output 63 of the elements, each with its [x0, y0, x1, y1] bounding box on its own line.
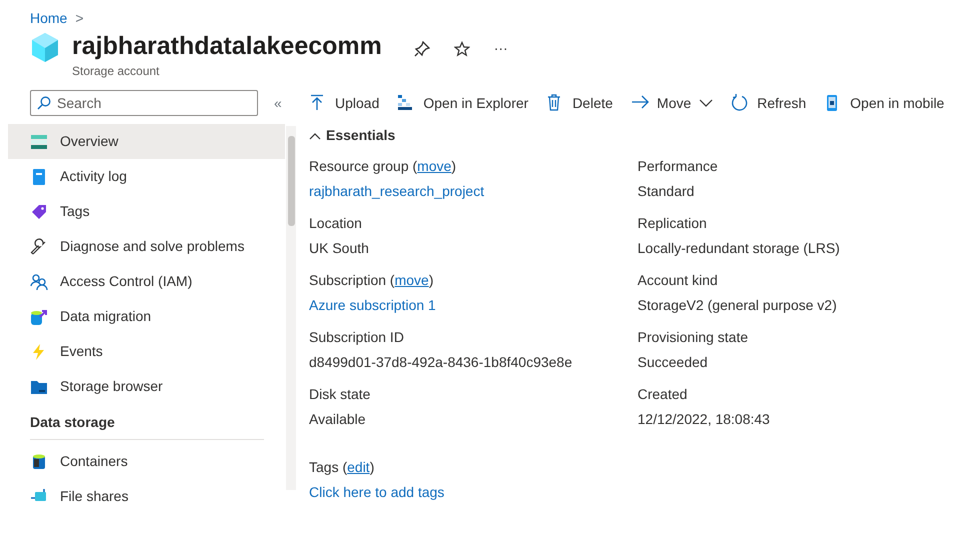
search-field[interactable]: Search — [30, 90, 258, 116]
field-value: d8499d01-37d8-492a-8436-1b8f40c93e8e — [309, 353, 574, 372]
field-value: StorageV2 (general purpose v2) — [638, 296, 838, 315]
search-icon — [37, 96, 51, 110]
sidebar-item[interactable]: Access Control (IAM) — [8, 264, 285, 299]
field-label: Performance — [638, 157, 719, 176]
toolbar-button[interactable]: Refresh — [731, 92, 806, 114]
page-title: rajbharathdatalakeecomm — [72, 31, 382, 62]
cube-icon — [30, 30, 60, 64]
section-heading: Data storage — [30, 412, 264, 440]
field-value-link[interactable]: Click here to add tags — [309, 482, 444, 503]
star-icon — [454, 40, 470, 56]
toolbar-button[interactable]: Open in Explorer — [397, 92, 528, 114]
sidebar-item[interactable]: Tags — [8, 194, 285, 229]
overview-icon — [30, 132, 48, 150]
field-value: Locally-redundant storage (LRS) — [638, 239, 841, 258]
field-value-link[interactable]: Azure subscription 1 — [309, 295, 436, 316]
sidebar-item[interactable]: Events — [8, 334, 285, 369]
field-label: Subscription ID — [309, 328, 405, 347]
more-button[interactable]: ··· — [494, 38, 508, 59]
field-value: Standard — [638, 182, 696, 201]
page-subtitle: Storage account — [72, 63, 160, 80]
sidebar-item[interactable]: Overview — [8, 124, 285, 159]
toolbar-button[interactable]: Move — [630, 92, 714, 114]
edit-link[interactable]: move — [417, 158, 452, 174]
sidebar-item[interactable]: Storage browser — [8, 369, 285, 404]
toolbar-button[interactable]: Delete — [546, 92, 613, 114]
toolbar-button[interactable]: Upload — [309, 92, 380, 114]
field-label: Created — [638, 385, 688, 404]
breadcrumb-link[interactable]: Home — [30, 8, 68, 28]
toolbar-button[interactable]: Open in mobile — [824, 92, 944, 114]
essentials-toggle[interactable]: Essentials — [309, 125, 396, 146]
cylinder-icon — [30, 308, 48, 326]
wrench-icon — [30, 238, 48, 256]
sidebar-item[interactable]: Data migration — [8, 299, 285, 334]
field-label: Location — [309, 214, 363, 233]
field-label: Account kind — [638, 271, 719, 290]
sidebar-item[interactable]: Containers — [8, 444, 285, 479]
field-value-link[interactable]: rajbharath_research_project — [309, 181, 484, 202]
field-label: Tags (edit) — [309, 458, 376, 477]
field-value: UK South — [309, 239, 370, 258]
field-value: Succeeded — [638, 353, 709, 372]
field-label: Provisioning state — [638, 328, 750, 347]
tag-icon — [30, 202, 48, 220]
sidebar-item[interactable]: Activity log — [8, 159, 285, 194]
field-value: 12/12/2022, 18:08:43 — [638, 410, 771, 429]
field-value: Available — [309, 410, 367, 429]
sidebar-item[interactable]: Diagnose and solve problems — [8, 229, 285, 264]
people-icon — [30, 272, 48, 290]
log-book-icon — [30, 168, 48, 186]
pin-icon — [414, 40, 430, 56]
sidebar-item[interactable]: File shares — [8, 479, 285, 514]
edit-link[interactable]: edit — [347, 459, 370, 475]
refresh-icon — [731, 94, 750, 112]
storage-container-icon — [30, 452, 48, 470]
scrollbar-thumb[interactable] — [288, 136, 295, 226]
collapse-button[interactable]: « — [274, 92, 282, 114]
edit-link[interactable]: move — [394, 272, 429, 288]
field-label: Replication — [638, 214, 708, 233]
field-label: Resource group (move) — [309, 157, 458, 176]
field-label: Subscription (move) — [309, 271, 434, 290]
field-label: Disk state — [309, 385, 372, 404]
breadcrumb-separator: > — [75, 8, 84, 28]
